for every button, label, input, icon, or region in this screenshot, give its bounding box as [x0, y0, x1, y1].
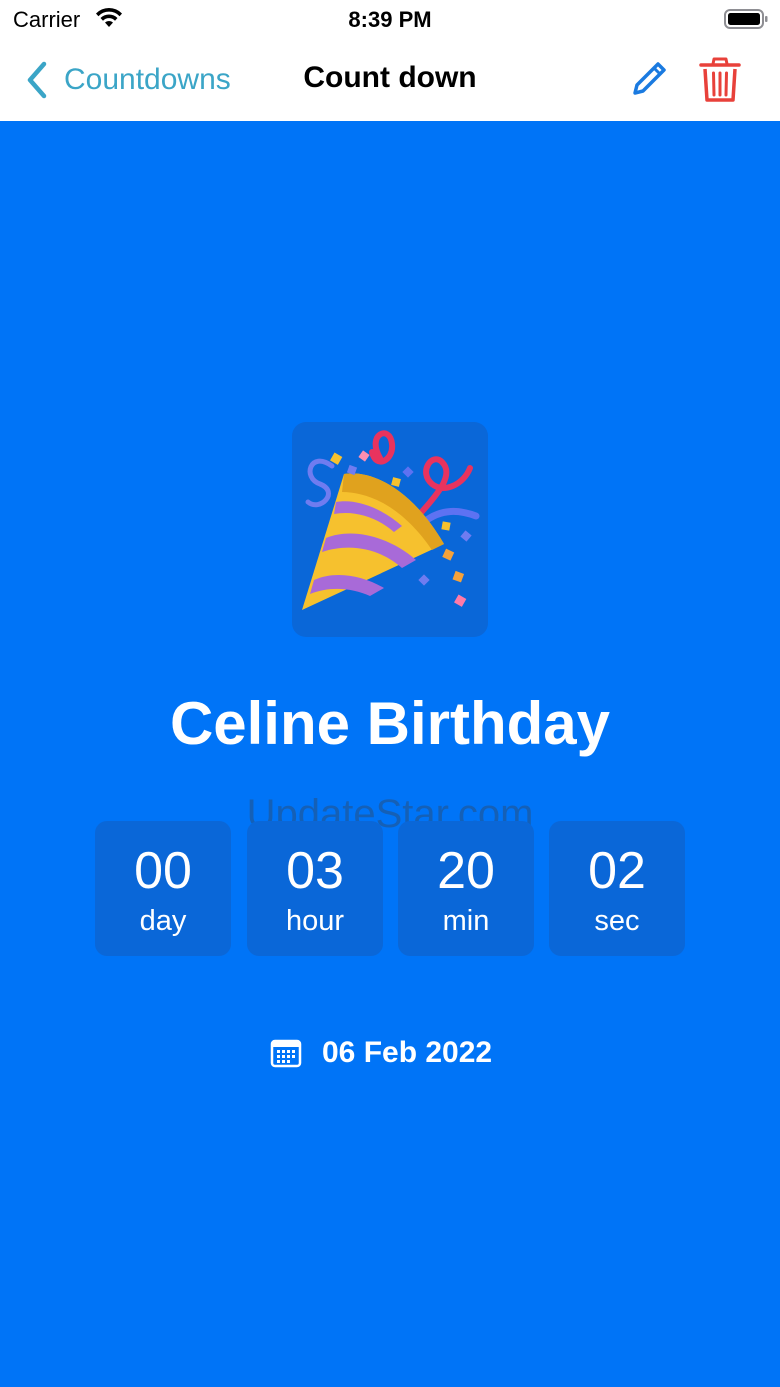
countdown-days: 00 day: [95, 821, 231, 956]
countdown-value: 03: [286, 842, 344, 900]
party-popper-icon: [302, 430, 480, 610]
calendar-icon: [270, 1039, 302, 1068]
countdown-unit: min: [442, 905, 490, 937]
trash-icon[interactable]: [698, 56, 742, 104]
navigation-bar: Countdowns Count down: [0, 40, 780, 121]
countdown-unit: hour: [285, 905, 345, 937]
battery-icon: [724, 9, 768, 29]
countdown-unit: sec: [594, 905, 640, 937]
clock-time: 8:39 PM: [348, 7, 432, 32]
event-date: 06 Feb 2022: [270, 1033, 492, 1073]
status-bar: Carrier 8:39 PM: [0, 0, 780, 40]
event-title: Celine Birthday: [169, 690, 611, 757]
countdown-detail-view: UpdateStar.com Celine Birthday 00 day 03…: [0, 121, 780, 1387]
countdown-value: 20: [437, 842, 495, 900]
countdown-value: 02: [588, 842, 646, 900]
event-date-label: 06 Feb 2022: [322, 1036, 493, 1069]
pencil-icon[interactable]: [628, 58, 670, 100]
event-icon-tile: [292, 422, 488, 637]
countdown-minutes: 20 min: [398, 821, 534, 956]
countdown-value: 00: [134, 842, 192, 900]
countdown-unit: day: [139, 905, 187, 937]
countdown-hours: 03 hour: [247, 821, 383, 956]
countdown-seconds: 02 sec: [549, 821, 685, 956]
